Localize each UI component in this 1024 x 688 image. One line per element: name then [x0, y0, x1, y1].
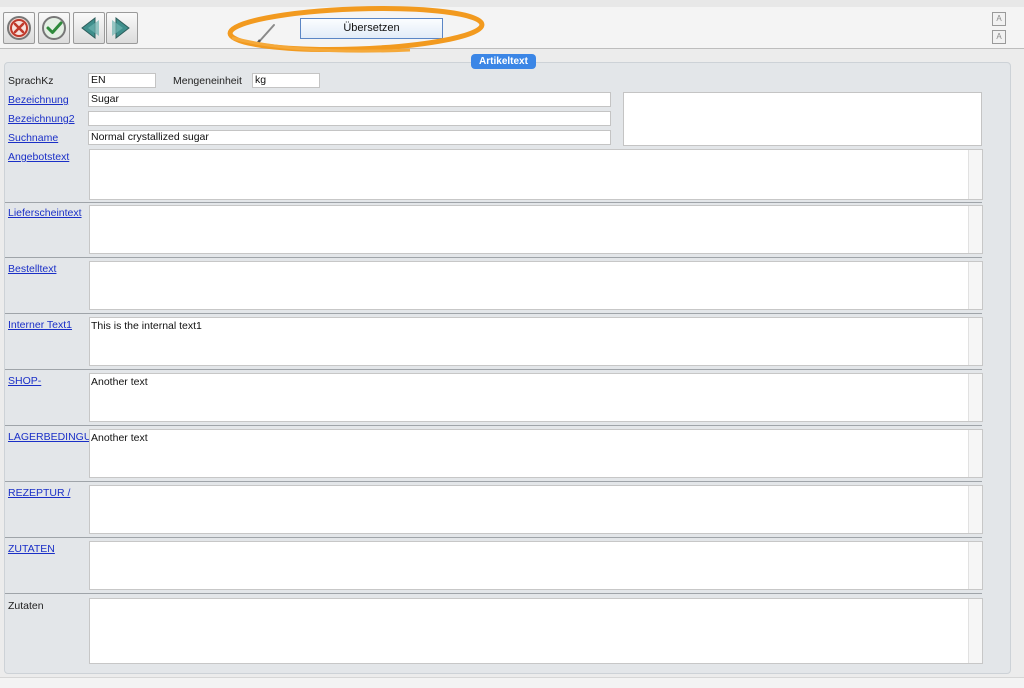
scrollbar[interactable]	[968, 430, 982, 477]
row-divider	[5, 593, 982, 594]
row-divider	[5, 537, 982, 538]
rezeptur-link[interactable]: REZEPTUR /	[8, 487, 70, 499]
row-divider	[5, 425, 982, 426]
scrollbar[interactable]	[968, 206, 982, 253]
lieferscheintext-field[interactable]	[89, 205, 983, 254]
zutaten-link[interactable]: ZUTATEN	[8, 543, 55, 555]
scrollbar[interactable]	[968, 486, 982, 533]
bezeichnung-field[interactable]: Sugar	[88, 92, 611, 107]
scrollbar[interactable]	[968, 599, 982, 663]
mengeneinheit-field[interactable]: kg	[252, 73, 320, 88]
interner-text1-field[interactable]: This is the internal text1	[89, 317, 983, 366]
cancel-button[interactable]	[3, 12, 35, 44]
lagerbedingungen-field[interactable]: Another text	[89, 429, 983, 478]
lieferscheintext-link[interactable]: Lieferscheintext	[8, 207, 82, 219]
row-divider	[5, 202, 982, 203]
row-divider	[5, 369, 982, 370]
arrow-left-icon	[81, 16, 99, 40]
row-divider	[5, 257, 982, 258]
lagerbedingungen-link[interactable]: LAGERBEDINGU	[8, 431, 91, 443]
arrow-right-icon	[112, 16, 130, 40]
next-button[interactable]	[106, 12, 138, 44]
shop-value: Another text	[91, 376, 148, 388]
status-bar	[0, 677, 1024, 688]
scrollbar[interactable]	[968, 262, 982, 309]
shop-field[interactable]: Another text	[89, 373, 983, 422]
bestelltext-link[interactable]: Bestelltext	[8, 263, 56, 275]
bezeichnung-link[interactable]: Bezeichnung	[8, 94, 69, 106]
bestelltext-field[interactable]	[89, 261, 983, 310]
scrollbar[interactable]	[968, 318, 982, 365]
mengeneinheit-label: Mengeneinheit	[173, 75, 242, 87]
font-larger-icon: A	[996, 14, 1002, 23]
toolbar: Übersetzen A A	[0, 7, 1024, 49]
zutaten-field[interactable]	[89, 598, 983, 664]
translate-button[interactable]: Übersetzen	[300, 18, 443, 39]
row-divider	[5, 481, 982, 482]
font-larger-button[interactable]: A	[992, 12, 1006, 26]
font-smaller-icon: A	[996, 32, 1002, 41]
zutaten-label: Zutaten	[8, 600, 44, 612]
lagerbedingungen-value: Another text	[91, 432, 148, 444]
interner-text1-value: This is the internal text1	[91, 320, 202, 332]
check-icon	[42, 16, 66, 40]
font-smaller-button[interactable]: A	[992, 30, 1006, 44]
section-badge: Artikeltext	[471, 54, 536, 69]
sprachkz-field[interactable]: EN	[88, 73, 156, 88]
cancel-icon	[7, 16, 31, 40]
rezeptur-field[interactable]	[89, 485, 983, 534]
scrollbar[interactable]	[968, 374, 982, 421]
shop-link[interactable]: SHOP-	[8, 375, 41, 387]
angebotstext-link[interactable]: Angebotstext	[8, 151, 69, 163]
sprachkz-label: SprachKz	[8, 75, 54, 87]
bezeichnung2-link[interactable]: Bezeichnung2	[8, 113, 75, 125]
bezeichnung2-field[interactable]	[88, 111, 611, 126]
pen-icon	[255, 24, 275, 47]
interner-text1-link[interactable]: Interner Text1	[8, 319, 72, 331]
confirm-button[interactable]	[38, 12, 70, 44]
angebotstext-field[interactable]	[89, 149, 983, 200]
zutaten-link-field[interactable]	[89, 541, 983, 590]
row-divider	[5, 313, 982, 314]
scrollbar[interactable]	[968, 150, 982, 199]
previous-button[interactable]	[73, 12, 105, 44]
suchname-link[interactable]: Suchname	[8, 132, 58, 144]
scrollbar[interactable]	[968, 542, 982, 589]
image-box	[623, 92, 982, 146]
suchname-field[interactable]: Normal crystallized sugar	[88, 130, 611, 145]
